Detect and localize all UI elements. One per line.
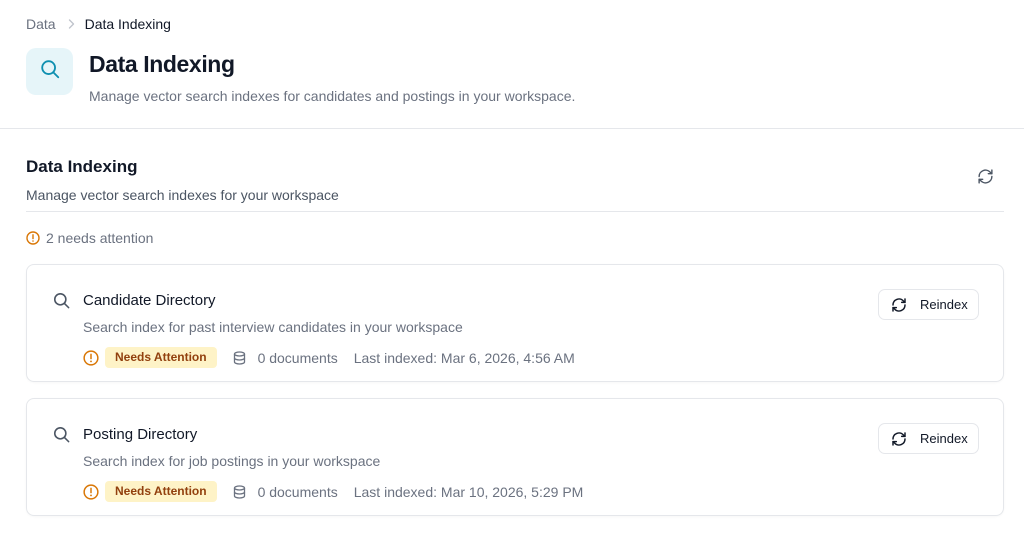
refresh-icon bbox=[891, 431, 920, 447]
warning-icon bbox=[83, 349, 99, 366]
breadcrumb: Data Data Indexing bbox=[26, 15, 998, 33]
search-icon bbox=[52, 291, 71, 310]
page-subtitle: Manage vector search indexes for candida… bbox=[89, 88, 576, 104]
title-text: Data Indexing Manage vector search index… bbox=[89, 48, 575, 104]
index-meta: Needs Attention 0 documents Last indexed… bbox=[83, 347, 575, 368]
index-description: Search index for job postings in your wo… bbox=[83, 453, 381, 469]
document-count: 0 documents bbox=[233, 484, 338, 500]
search-icon bbox=[52, 425, 71, 444]
last-indexed: Last indexed: Mar 10, 2026, 5:29 PM bbox=[353, 483, 584, 500]
refresh-icon bbox=[977, 168, 994, 188]
section-header: Data Indexing Manage vector search index… bbox=[26, 129, 1004, 212]
attention-summary: 2 needs attention bbox=[26, 230, 1004, 246]
index-meta: Needs Attention 0 documents Last indexed… bbox=[83, 481, 583, 502]
index-card-candidate-directory: Candidate Directory Search index for pas… bbox=[26, 264, 1004, 382]
database-icon bbox=[233, 350, 252, 365]
page-title: Data Indexing bbox=[89, 51, 235, 77]
section-title: Data Indexing bbox=[26, 157, 138, 176]
document-count-text: 0 documents bbox=[257, 483, 338, 500]
index-name: Candidate Directory bbox=[83, 292, 216, 309]
status-badge: Needs Attention bbox=[105, 347, 217, 368]
warning-icon bbox=[83, 483, 99, 500]
breadcrumb-current: Data Indexing bbox=[84, 16, 171, 32]
refresh-icon bbox=[891, 297, 920, 313]
chevron-right-icon bbox=[68, 19, 75, 29]
reindex-button[interactable]: Reindex bbox=[878, 289, 979, 320]
search-icon bbox=[39, 58, 61, 85]
page-header: Data Data Indexing Data Indexing Manage … bbox=[0, 0, 1024, 129]
warning-icon bbox=[26, 231, 40, 245]
reindex-label: Reindex bbox=[920, 431, 968, 446]
refresh-button[interactable] bbox=[974, 167, 996, 189]
header-icon-box bbox=[26, 48, 73, 95]
index-card-posting-directory: Posting Directory Search index for job p… bbox=[26, 398, 1004, 516]
title-row: Data Indexing Manage vector search index… bbox=[26, 48, 998, 104]
attention-text: 2 needs attention bbox=[46, 230, 154, 246]
breadcrumb-data-link[interactable]: Data bbox=[26, 16, 56, 32]
section-subtitle: Manage vector search indexes for your wo… bbox=[26, 187, 339, 203]
document-count-text: 0 documents bbox=[257, 349, 338, 366]
index-description: Search index for past interview candidat… bbox=[83, 319, 463, 335]
index-name: Posting Directory bbox=[83, 426, 198, 443]
status-badge: Needs Attention bbox=[105, 481, 217, 502]
reindex-button[interactable]: Reindex bbox=[878, 423, 979, 454]
page: Data Data Indexing Data Indexing Manage … bbox=[0, 0, 1024, 547]
last-indexed: Last indexed: Mar 6, 2026, 4:56 AM bbox=[353, 349, 575, 366]
database-icon bbox=[233, 484, 252, 499]
document-count: 0 documents bbox=[233, 350, 338, 366]
reindex-label: Reindex bbox=[920, 297, 968, 312]
indexing-section: Data Indexing Manage vector search index… bbox=[0, 129, 1024, 516]
